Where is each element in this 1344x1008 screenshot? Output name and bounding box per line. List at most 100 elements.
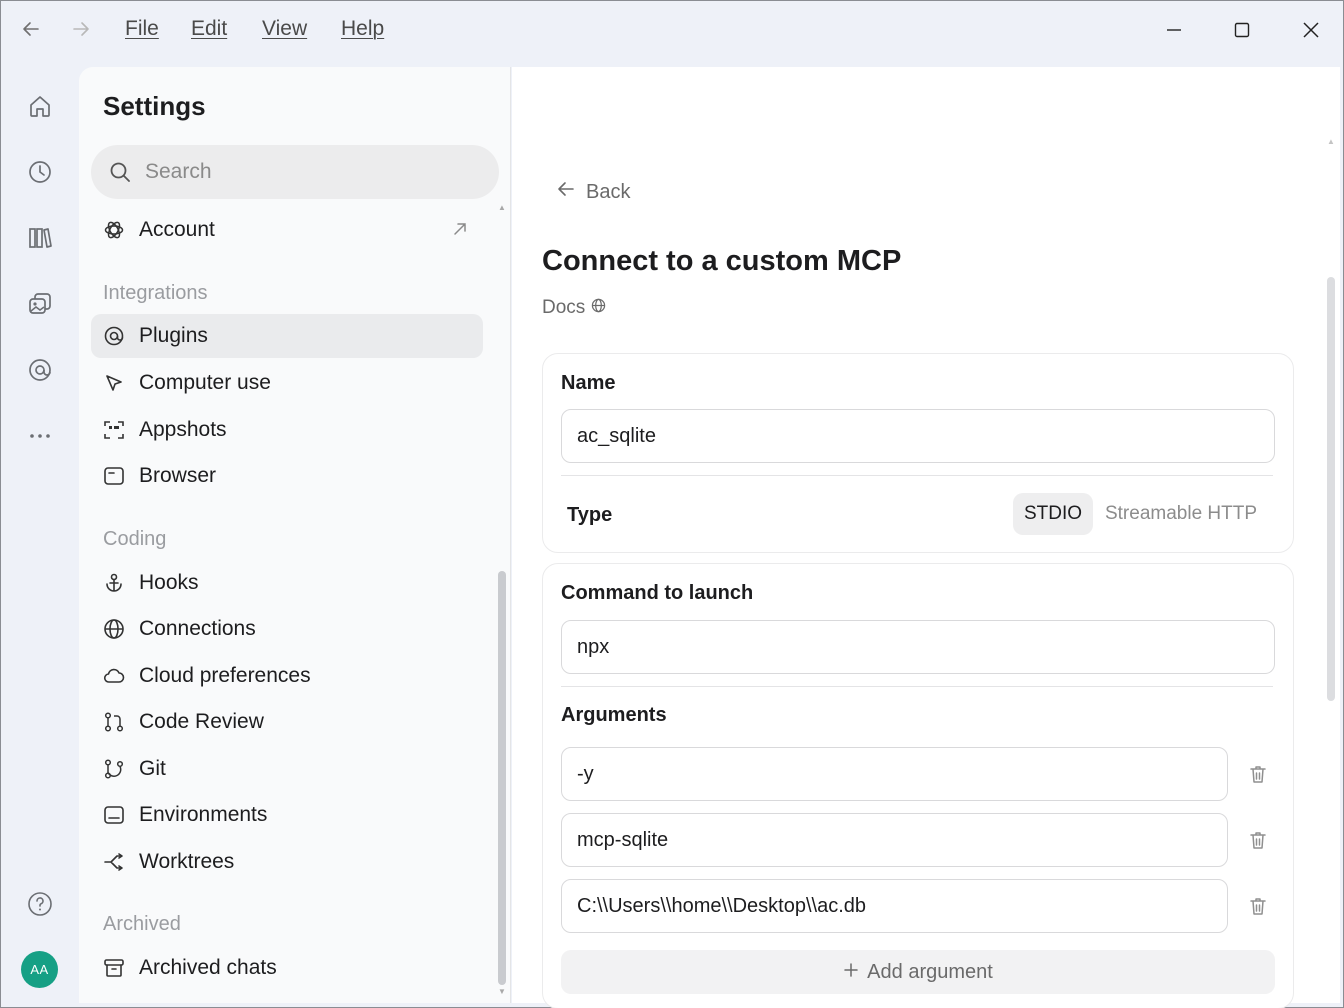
- images-icon[interactable]: [21, 285, 59, 323]
- title-bar: File Edit View Help: [1, 1, 1344, 59]
- appshots-frame-icon: [103, 419, 125, 441]
- menu-edit[interactable]: Edit: [191, 17, 227, 41]
- sidebar-scrollbar[interactable]: [498, 571, 506, 985]
- type-label: Type: [567, 504, 613, 526]
- menu-help[interactable]: Help: [341, 17, 384, 41]
- terminal-window-icon: [103, 804, 125, 826]
- git-branch-icon: [103, 758, 125, 780]
- search-input[interactable]: [145, 157, 475, 187]
- sidebar-item-label: Hooks: [139, 571, 199, 594]
- search-icon: [109, 161, 131, 188]
- section-header-coding: Coding: [103, 528, 167, 550]
- sidebar-item-label: Archived chats: [139, 956, 277, 979]
- divider: [561, 686, 1273, 687]
- menu-file[interactable]: File: [125, 17, 159, 41]
- sidebar-item-label: Cloud preferences: [139, 664, 311, 687]
- back-label: Back: [586, 180, 631, 203]
- sidebar-item-connections[interactable]: Connections: [91, 607, 483, 651]
- sidebar-item-label: Connections: [139, 617, 256, 640]
- settings-sidebar: Settings ▲ Account Integrations Plugins: [79, 67, 511, 1003]
- sidebar-item-account[interactable]: Account: [91, 208, 483, 252]
- section-header-integrations: Integrations: [103, 282, 208, 304]
- back-button[interactable]: Back: [556, 179, 630, 205]
- main-scrollbar[interactable]: [1327, 277, 1335, 701]
- sidebar-item-browser[interactable]: Browser: [91, 454, 483, 498]
- plus-icon: [843, 961, 859, 984]
- sidebar-item-label: Git: [139, 757, 166, 780]
- external-link-arrow-icon: [451, 220, 469, 243]
- add-argument-button[interactable]: Add argument: [561, 950, 1275, 994]
- app-window: File Edit View Help AA Settings Search ▲…: [0, 0, 1344, 1008]
- more-dots-icon[interactable]: [21, 417, 59, 455]
- sidebar-item-code-review[interactable]: Code Review: [91, 700, 483, 744]
- sidebar-item-label: Plugins: [139, 324, 208, 347]
- sidebar-item-label: Browser: [139, 464, 217, 487]
- menu-view[interactable]: View: [262, 17, 307, 41]
- command-card: Command to launch Arguments Add argument: [542, 563, 1294, 1008]
- library-icon[interactable]: [21, 219, 59, 257]
- docs-label: Docs: [542, 297, 586, 318]
- cloud-icon: [103, 665, 125, 687]
- close-icon[interactable]: [1294, 13, 1328, 47]
- add-argument-label: Add argument: [867, 960, 993, 983]
- trash-icon[interactable]: [1246, 894, 1270, 918]
- help-icon[interactable]: [21, 885, 59, 923]
- plugins-at-icon[interactable]: [21, 351, 59, 389]
- trash-icon[interactable]: [1246, 828, 1270, 852]
- name-label: Name: [561, 372, 616, 394]
- arguments-label: Arguments: [561, 704, 667, 726]
- sidebar-item-environments[interactable]: Environments: [91, 793, 483, 837]
- back-arrow-icon[interactable]: [17, 15, 45, 43]
- argument-field[interactable]: [561, 813, 1228, 867]
- sidebar-item-label: Appshots: [139, 418, 227, 441]
- sidebar-item-archived-chats[interactable]: Archived chats: [91, 946, 483, 990]
- sidebar-item-appshots[interactable]: Appshots: [91, 408, 483, 452]
- page-title: Connect to a custom MCP: [542, 245, 902, 277]
- name-type-card: Name Type STDIO Streamable HTTP: [542, 353, 1294, 553]
- minimize-icon[interactable]: [1157, 13, 1191, 47]
- sidebar-item-label: Computer use: [139, 371, 271, 394]
- command-field[interactable]: [561, 620, 1275, 674]
- divider: [561, 475, 1273, 476]
- globe-icon: [103, 618, 125, 640]
- sidebar-item-worktrees[interactable]: Worktrees: [91, 840, 483, 884]
- scroll-up-arrow-icon[interactable]: ▲: [498, 203, 506, 212]
- openai-logo-icon: [103, 219, 125, 241]
- pull-request-icon: [103, 711, 125, 733]
- sidebar-item-label: Worktrees: [139, 850, 235, 873]
- sidebar-item-plugins[interactable]: Plugins: [91, 314, 483, 358]
- name-field[interactable]: [561, 409, 1275, 463]
- sidebar-item-hooks[interactable]: Hooks: [91, 561, 483, 605]
- anchor-icon: [103, 572, 125, 594]
- argument-field[interactable]: [561, 879, 1228, 933]
- plugins-icon: [103, 325, 125, 347]
- scroll-up-arrow-icon[interactable]: ▲: [1327, 137, 1335, 146]
- type-option-stdio[interactable]: STDIO: [1013, 493, 1093, 535]
- argument-field[interactable]: [561, 747, 1228, 801]
- avatar[interactable]: AA: [21, 951, 58, 988]
- command-label: Command to launch: [561, 582, 754, 604]
- main-content: Back Connect to a custom MCP Docs Name T…: [512, 67, 1340, 1008]
- archive-box-icon: [103, 957, 125, 979]
- sidebar-item-git[interactable]: Git: [91, 747, 483, 791]
- type-option-streamable-http[interactable]: Streamable HTTP: [1099, 493, 1263, 535]
- home-icon[interactable]: [21, 87, 59, 125]
- section-header-archived: Archived: [103, 913, 181, 935]
- browser-window-icon: [103, 465, 125, 487]
- sidebar-item-computer-use[interactable]: Computer use: [91, 361, 483, 405]
- sidebar-item-label: Code Review: [139, 710, 264, 733]
- sidebar-item-cloud-preferences[interactable]: Cloud preferences: [91, 654, 483, 698]
- sidebar-item-label: Environments: [139, 803, 268, 826]
- sidebar-item-label: Account: [139, 218, 215, 241]
- docs-link[interactable]: Docs: [542, 297, 606, 319]
- search-box[interactable]: [91, 145, 499, 199]
- settings-title: Settings: [103, 91, 206, 121]
- forward-arrow-icon[interactable]: [67, 15, 95, 43]
- maximize-icon[interactable]: [1225, 13, 1259, 47]
- scroll-down-arrow-icon[interactable]: ▼: [498, 987, 506, 996]
- history-clock-icon[interactable]: [21, 153, 59, 191]
- worktree-icon: [103, 851, 125, 873]
- globe-icon: [591, 297, 606, 319]
- cursor-pointer-icon: [103, 372, 125, 394]
- trash-icon[interactable]: [1246, 762, 1270, 786]
